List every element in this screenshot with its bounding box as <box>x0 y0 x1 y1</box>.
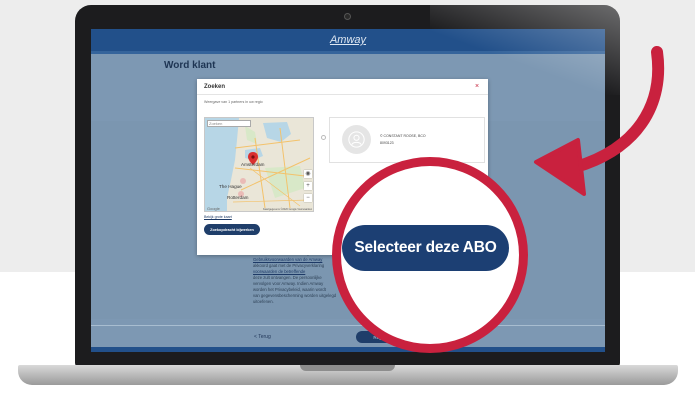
update-search-button[interactable]: Zoekopdracht bijwerken <box>204 224 260 235</box>
site-header: Amway <box>91 29 605 51</box>
terms-link[interactable]: voorwaarden de betreffende <box>253 269 305 274</box>
map-search-input[interactable]: Zoeken <box>207 120 251 127</box>
map-label-amsterdam: Amsterdam <box>241 162 265 167</box>
modal-divider <box>197 94 488 95</box>
footer-divider <box>91 325 605 326</box>
google-logo: Google <box>207 206 220 211</box>
zoom-out-button[interactable]: − <box>304 194 312 202</box>
back-link[interactable]: < Terug <box>254 334 271 340</box>
laptop-notch <box>300 365 395 371</box>
close-icon[interactable]: × <box>475 83 479 90</box>
larger-map-link[interactable]: Bekijk grote kaart <box>204 215 232 219</box>
terms-link[interactable]: Gebruiksvoorwaarden van de Amway <box>253 257 322 262</box>
map[interactable]: Zoeken Amsterdam The Hague Rotterdam ◉ +… <box>204 117 314 212</box>
header-divider <box>91 51 605 54</box>
select-abo-button[interactable]: Selecteer deze ABO <box>342 225 509 271</box>
result-name: © CONSTANT ROOSE, BCO <box>380 134 426 138</box>
terms-line: uitoefenen. <box>253 299 274 304</box>
webcam-icon <box>344 13 351 20</box>
user-icon <box>348 131 365 148</box>
result-card[interactable]: © CONSTANT ROOSE, BCO 8093123 <box>329 117 485 163</box>
footer-bar <box>91 347 605 352</box>
avatar <box>342 125 371 154</box>
map-location-icon[interactable]: ◉ <box>304 170 312 178</box>
page-title: Word klant <box>164 60 216 71</box>
map-label-the-hague: The Hague <box>219 184 242 189</box>
map-attribution: Kaartgegevens ©2020 Google Voorwaarden <box>263 208 313 211</box>
map-label-rotterdam: Rotterdam <box>227 195 249 200</box>
results-hint: Weergave van 1 partners in uw regio <box>204 100 263 104</box>
result-id: 8093123 <box>380 141 394 145</box>
zoom-in-button[interactable]: + <box>304 182 312 190</box>
modal-title: Zoeken <box>204 84 226 90</box>
result-radio[interactable] <box>321 135 326 140</box>
amway-logo[interactable]: Amway <box>330 34 366 46</box>
